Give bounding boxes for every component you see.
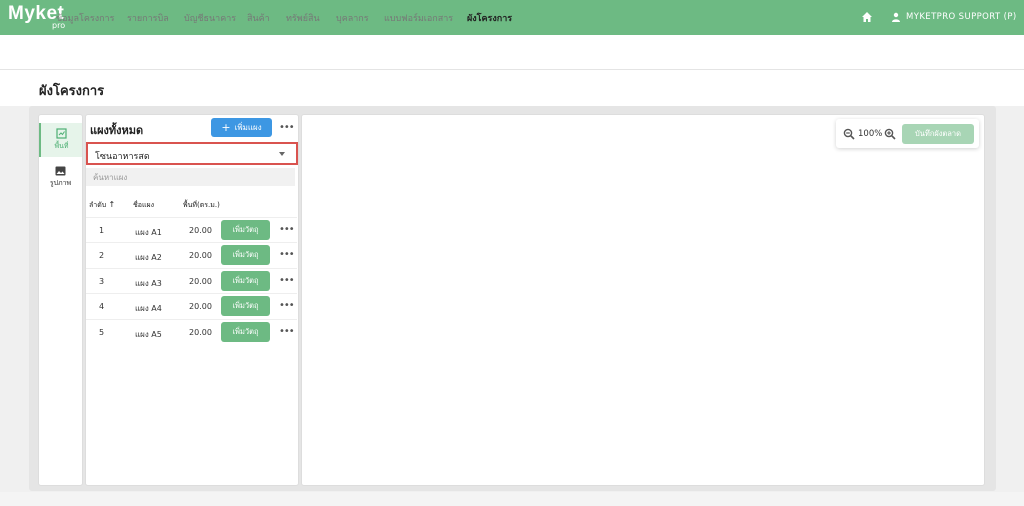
side-tab-image[interactable]: รูปภาพ: [39, 161, 82, 195]
side-tabs: พื้นที่ รูปภาพ: [38, 114, 83, 486]
page-title: ผังโครงการ: [39, 84, 105, 99]
row-order: 1: [99, 226, 105, 235]
tab-bank-accounts[interactable]: บัญชีธนาคาร: [184, 11, 236, 25]
row-order: 3: [99, 277, 105, 286]
tab-project-info[interactable]: ข้อมูลโครงการ: [56, 11, 114, 25]
column-header-order-label: ลำดับ: [89, 201, 107, 209]
home-icon[interactable]: [861, 11, 873, 23]
more-icon[interactable]: •••: [279, 224, 295, 235]
tab-products[interactable]: สินค้า: [247, 11, 270, 25]
image-icon: [55, 166, 66, 176]
active-tab-indicator: [458, 31, 520, 33]
zone-select[interactable]: โซนอาหารสด: [86, 142, 298, 165]
more-icon[interactable]: •••: [279, 249, 295, 260]
more-icon[interactable]: •••: [279, 122, 295, 133]
zoom-level: 100%: [858, 129, 883, 139]
row-name: แผง A1: [135, 228, 162, 237]
more-icon[interactable]: •••: [279, 300, 295, 311]
plus-icon: +: [221, 121, 231, 134]
row-order: 2: [99, 251, 105, 260]
search-plot-input[interactable]: [86, 168, 295, 186]
tab-assets[interactable]: ทรัพย์สิน: [286, 11, 320, 25]
row-area: 20.00: [189, 277, 212, 286]
zoom-in-icon[interactable]: [884, 128, 896, 140]
table-row: 4 แผง A4 20.00 เพิ่มวัตถุ •••: [86, 293, 297, 318]
row-area: 20.00: [189, 226, 212, 235]
row-name: แผง A3: [135, 279, 162, 288]
add-object-button[interactable]: เพิ่มวัตถุ: [221, 245, 270, 265]
add-plot-button[interactable]: + เพิ่มแผง: [211, 118, 272, 137]
user-menu[interactable]: MYKETPRO SUPPORT (P): [906, 12, 1017, 22]
column-header-area: พื้นที่(ตร.ม.): [183, 201, 220, 209]
table-row: 5 แผง A5 20.00 เพิ่มวัตถุ •••: [86, 319, 297, 344]
row-order: 4: [99, 302, 105, 311]
zoom-out-icon[interactable]: [843, 128, 855, 140]
add-object-button[interactable]: เพิ่มวัตถุ: [221, 271, 270, 291]
caret-down-icon: [279, 152, 285, 156]
side-tab-area[interactable]: พื้นที่: [39, 123, 82, 157]
more-icon[interactable]: •••: [279, 275, 295, 286]
nav-bar: [0, 35, 1024, 70]
row-name: แผง A4: [135, 304, 162, 313]
row-area: 20.00: [189, 251, 212, 260]
sort-up-icon: ↑: [108, 200, 116, 209]
table-row: 3 แผง A3 20.00 เพิ่มวัตถุ •••: [86, 268, 297, 293]
plots-panel-title: แผงทั้งหมด: [90, 124, 144, 137]
title-area: [0, 70, 1024, 106]
row-area: 20.00: [189, 302, 212, 311]
column-header-order[interactable]: ลำดับ ↑: [89, 200, 115, 211]
bottom-strip: [0, 492, 1024, 506]
add-object-button[interactable]: เพิ่มวัตถุ: [221, 220, 270, 240]
user-icon: [892, 12, 900, 22]
row-name: แผง A5: [135, 330, 162, 339]
tab-bills[interactable]: รายการบิล: [127, 11, 169, 25]
add-object-button[interactable]: เพิ่มวัตถุ: [221, 296, 270, 316]
row-order: 5: [99, 328, 105, 337]
map-canvas[interactable]: [301, 114, 985, 486]
table-row: 1 แผง A1 20.00 เพิ่มวัตถุ •••: [86, 217, 297, 242]
side-tab-area-label: พื้นที่: [54, 142, 69, 150]
more-icon[interactable]: •••: [279, 326, 295, 337]
table-row: 2 แผง A2 20.00 เพิ่มวัตถุ •••: [86, 242, 297, 267]
row-area: 20.00: [189, 328, 212, 337]
add-plot-button-label: เพิ่มแผง: [234, 123, 262, 132]
column-header-name: ชื่อแผง: [133, 201, 154, 209]
save-map-button[interactable]: บันทึกผังตลาด: [902, 124, 974, 144]
row-name: แผง A2: [135, 253, 162, 262]
add-object-button[interactable]: เพิ่มวัตถุ: [221, 322, 270, 342]
side-tab-image-label: รูปภาพ: [49, 179, 72, 187]
tab-personnel[interactable]: บุคลากร: [336, 11, 369, 25]
tab-document-forms[interactable]: แบบฟอร์มเอกสาร: [384, 11, 453, 25]
area-icon: [56, 128, 67, 139]
tab-project-map[interactable]: ผังโครงการ: [467, 11, 512, 25]
zone-select-value: โซนอาหารสด: [95, 152, 150, 162]
